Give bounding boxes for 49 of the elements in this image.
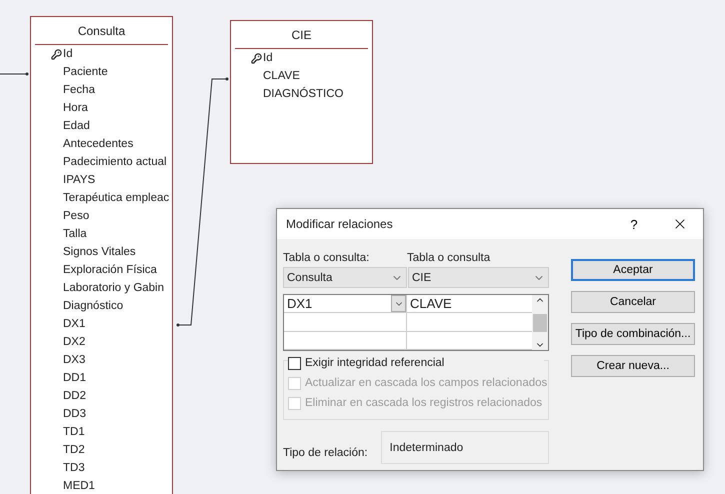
dialog-button[interactable]: Cancelar	[571, 291, 695, 313]
field-name[interactable]: DD2	[63, 390, 86, 402]
field-name[interactable]: DD3	[63, 408, 86, 420]
field-label: Tabla o consulta	[407, 252, 492, 264]
field-name[interactable]: DX2	[63, 336, 86, 348]
field-name[interactable]: DX1	[63, 318, 86, 330]
field-name[interactable]: Peso	[63, 210, 90, 222]
table-title: Consulta	[78, 24, 126, 38]
help-button[interactable]: ?	[611, 209, 657, 239]
field-name[interactable]: DD1	[63, 372, 86, 384]
field-name[interactable]: Exploración Física	[63, 264, 157, 276]
field-name[interactable]: IPAYS	[63, 174, 96, 186]
grid-cell[interactable]: CLAVE	[407, 296, 452, 312]
dialog-button[interactable]: Tipo de combinación...	[571, 323, 695, 345]
field-name[interactable]: Hora	[63, 102, 88, 114]
table-dropdown[interactable]: Consulta	[283, 267, 407, 288]
field-name[interactable]: Padecimiento actual	[63, 156, 167, 168]
field-name[interactable]: Diagnóstico	[63, 300, 124, 312]
field-name[interactable]: TD2	[63, 444, 85, 456]
table-title: CIE	[291, 28, 312, 42]
table-window[interactable]: CIE Id CLAVE DIAGNÓSTICO	[230, 20, 373, 164]
scrollbar[interactable]	[532, 295, 548, 350]
table-dropdown[interactable]: CIE	[408, 267, 549, 288]
connector-line	[0, 72, 28, 76]
field-name[interactable]: Terapéutica empleac	[63, 192, 170, 204]
field-name[interactable]: Laboratorio y Gabin	[63, 282, 164, 294]
relation-type-field: Indeterminado	[380, 431, 549, 464]
field-name[interactable]: CLAVE	[263, 70, 300, 82]
field-name[interactable]: Paciente	[63, 66, 108, 78]
field-name[interactable]: DX3	[63, 354, 86, 366]
field-name[interactable]: TD3	[63, 462, 85, 474]
dialog-button[interactable]: Aceptar	[571, 259, 695, 281]
field-label: Tipo de relación:	[283, 446, 369, 458]
dropdown-button[interactable]	[391, 295, 406, 312]
field-name[interactable]: Signos Vitales	[63, 246, 136, 258]
dialog-title: Modificar relaciones	[286, 217, 394, 231]
field-name[interactable]: Fecha	[63, 84, 95, 96]
field-name[interactable]: MED1	[63, 480, 95, 492]
field-label: Tabla o consulta:	[283, 252, 370, 264]
grid-cell[interactable]: DX1	[284, 296, 312, 312]
field-name[interactable]: Id	[263, 52, 273, 64]
field-name[interactable]: Talla	[63, 228, 87, 240]
dialog-button[interactable]: Crear nueva...	[571, 355, 695, 377]
field-name[interactable]: Id	[63, 48, 73, 60]
table-window[interactable]	[30, 16, 173, 494]
field-name[interactable]: Antecedentes	[63, 138, 134, 150]
field-name[interactable]: TD1	[63, 426, 85, 438]
field-name[interactable]: Edad	[63, 120, 90, 132]
field-name[interactable]: DIAGNÓSTICO	[263, 88, 344, 100]
